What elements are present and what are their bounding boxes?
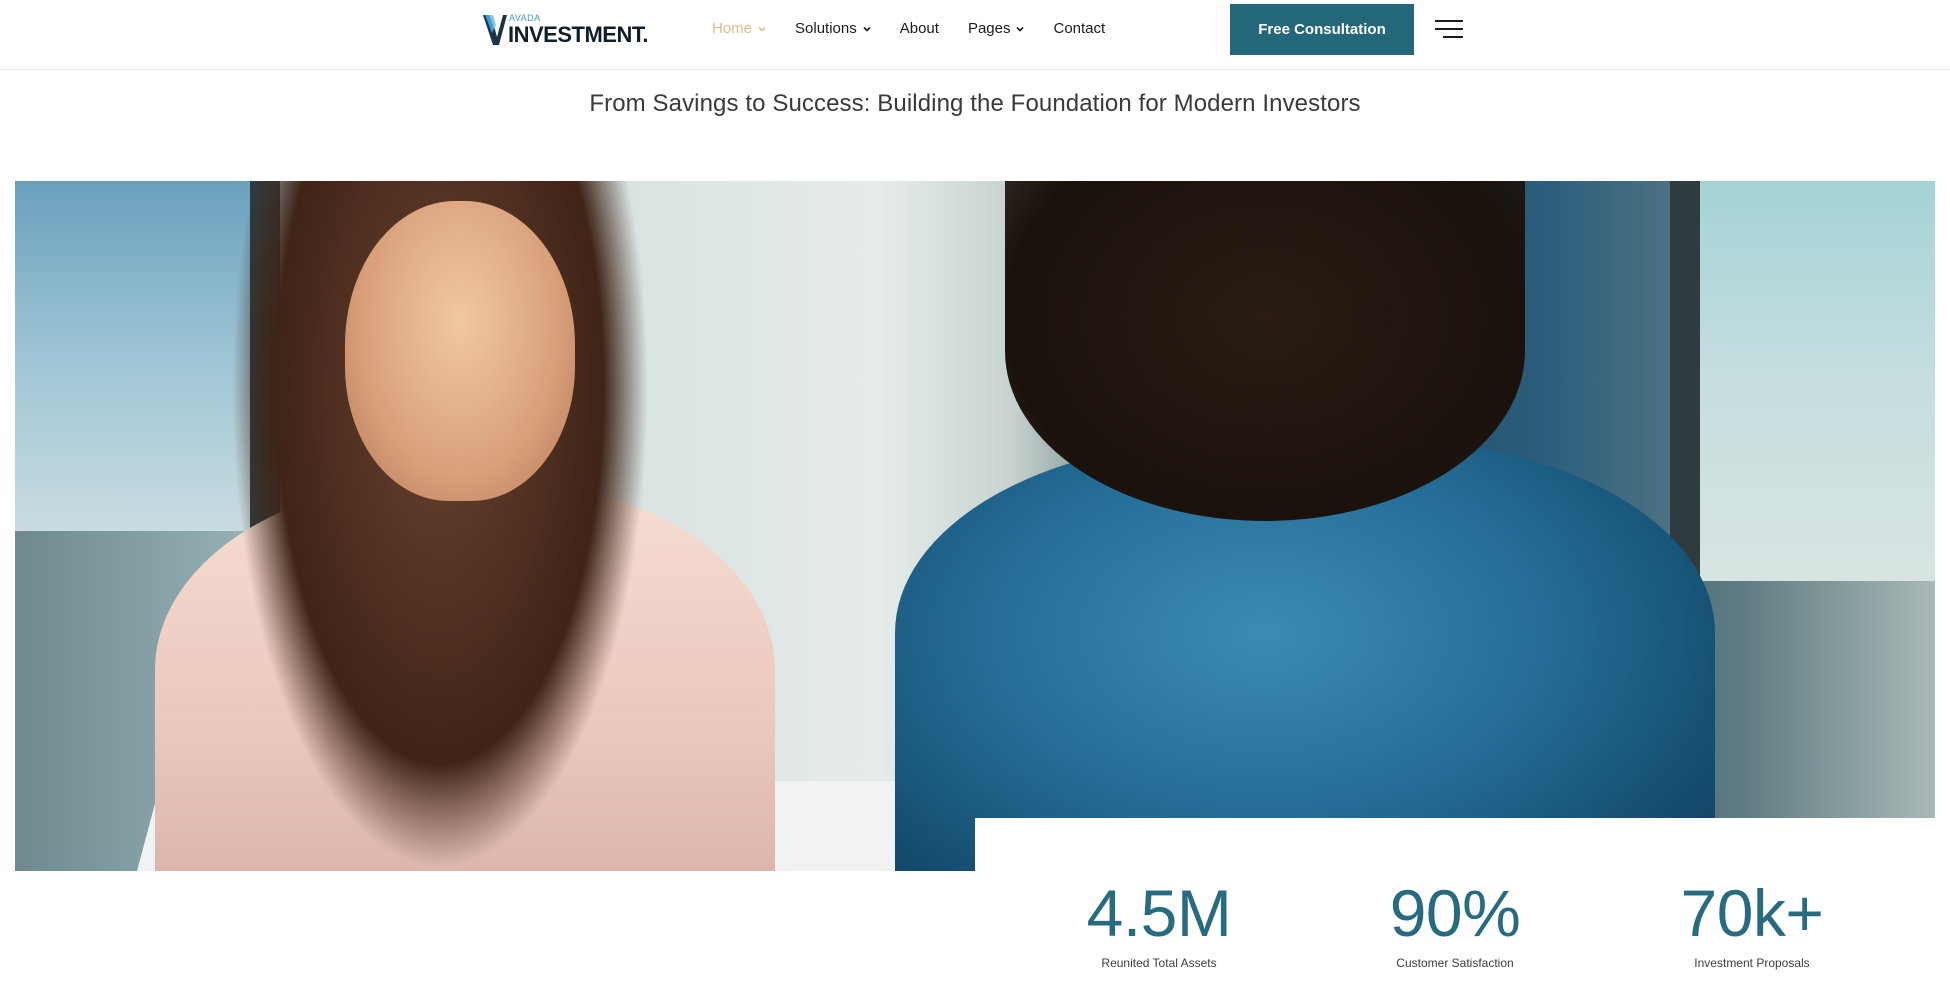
stat-investment-proposals: 70k+ Investment Proposals xyxy=(1612,880,1892,970)
hamburger-icon[interactable] xyxy=(1435,18,1463,40)
window-right xyxy=(1700,181,1935,581)
free-consultation-button[interactable]: Free Consultation xyxy=(1230,4,1414,55)
nav-item-about[interactable]: About xyxy=(900,20,939,37)
person-left-face xyxy=(345,201,575,501)
stat-value: 70k+ xyxy=(1680,876,1824,950)
nav-item-solutions[interactable]: Solutions xyxy=(795,20,871,37)
hero-image xyxy=(15,181,1935,871)
logo-text: INVESTMENT. xyxy=(508,22,648,47)
chevron-down-icon xyxy=(1016,26,1025,32)
main-nav: Home Solutions About Pages Contact xyxy=(712,20,1134,37)
nav-item-label: Solutions xyxy=(795,20,857,37)
stat-customer-satisfaction: 90% Customer Satisfaction xyxy=(1315,880,1595,970)
stat-value: 4.5M xyxy=(1086,876,1232,950)
nav-item-pages[interactable]: Pages xyxy=(968,20,1025,37)
chevron-down-icon xyxy=(863,26,871,32)
stat-value: 90% xyxy=(1389,876,1521,950)
nav-item-contact[interactable]: Contact xyxy=(1053,20,1105,37)
logo-mark-icon xyxy=(483,15,507,45)
stat-label: Investment Proposals xyxy=(1694,956,1810,970)
nav-item-label: Pages xyxy=(967,20,1011,37)
chevron-down-icon xyxy=(758,26,766,32)
stat-label: Customer Satisfaction xyxy=(1396,956,1514,970)
window-left xyxy=(15,181,250,531)
site-header: AVADA INVESTMENT. Home Solutions About P… xyxy=(0,0,1950,70)
stat-label: Reunited Total Assets xyxy=(1101,956,1217,970)
stat-total-assets: 4.5M Reunited Total Assets xyxy=(1019,880,1299,970)
nav-item-label: Home xyxy=(712,20,753,37)
nav-item-label: Contact xyxy=(1053,20,1106,37)
person-right-hair xyxy=(1005,181,1525,521)
nav-item-home[interactable]: Home xyxy=(712,20,766,37)
logo[interactable]: AVADA INVESTMENT. xyxy=(483,13,648,47)
page-tagline: From Savings to Success: Building the Fo… xyxy=(589,90,1361,117)
nav-item-label: About xyxy=(899,20,939,37)
